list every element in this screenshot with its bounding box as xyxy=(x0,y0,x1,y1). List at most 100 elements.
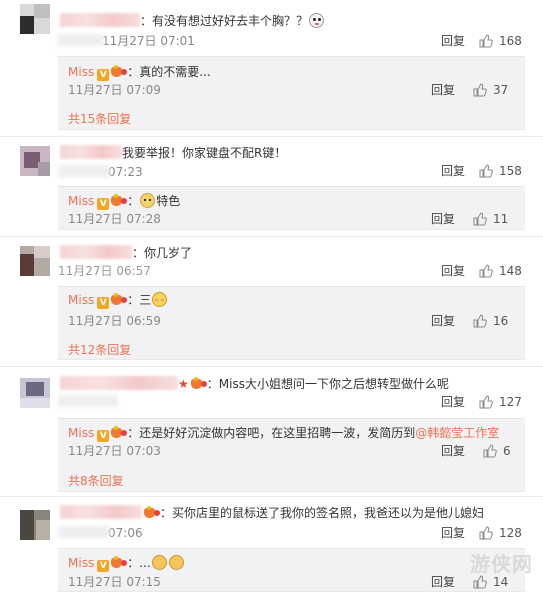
like-button[interactable]: 37 xyxy=(473,82,513,98)
comment-time: 07:06 xyxy=(58,525,143,541)
verified-badge: V xyxy=(97,297,110,309)
vip-crown-icon xyxy=(111,293,128,305)
reply-author-name[interactable]: Miss xyxy=(68,556,94,570)
comment-time xyxy=(58,394,118,410)
reply-author-name[interactable]: Miss xyxy=(68,194,94,208)
more-replies-link[interactable]: 共15条回复 xyxy=(68,111,131,127)
reply-time: 11月27日 07:28 xyxy=(68,212,161,226)
avatar[interactable] xyxy=(20,146,50,176)
verified-badge: V xyxy=(97,430,110,442)
like-count: 158 xyxy=(499,164,522,178)
avatar[interactable] xyxy=(20,4,50,34)
like-count: 148 xyxy=(499,264,522,278)
reply-text: ：... xyxy=(127,556,151,570)
vip-crown-icon xyxy=(111,194,128,206)
reply-time: 11月27日 07:09 xyxy=(68,83,161,97)
face-emoji-icon xyxy=(168,555,184,570)
blush-face-emoji-icon xyxy=(152,292,168,307)
like-count: 127 xyxy=(499,395,522,409)
face-emoji-icon xyxy=(151,555,167,570)
verified-badge: V xyxy=(97,198,110,210)
reply-text: ：三 xyxy=(127,293,152,307)
blurred-username[interactable] xyxy=(60,376,178,390)
reply-author-name[interactable]: Miss xyxy=(68,293,94,307)
blurred-username[interactable] xyxy=(60,245,132,259)
like-button[interactable]: 16 xyxy=(473,313,513,329)
like-button[interactable]: 6 xyxy=(483,443,523,459)
more-replies-link[interactable]: 共8条回复 xyxy=(68,473,124,489)
comment-time: 11月27日 06:57 xyxy=(58,264,151,278)
avatar[interactable] xyxy=(20,246,50,276)
vip-crown-icon xyxy=(190,377,207,389)
like-button[interactable]: 148 xyxy=(479,263,523,279)
reply-text: ：真的不需要... xyxy=(127,65,211,79)
reply-line: Miss V ：... xyxy=(68,554,185,572)
reply-line: Miss V ：三 xyxy=(68,291,168,309)
reply-button[interactable]: 回复 xyxy=(441,33,465,49)
blurred-username[interactable] xyxy=(60,145,122,159)
face-emoji-icon xyxy=(309,13,325,28)
reply-time: 11月27日 07:15 xyxy=(68,575,161,589)
like-button[interactable]: 158 xyxy=(479,163,523,179)
divider xyxy=(0,136,543,137)
comment-text: 我要举报！你家键盘不配R键！ xyxy=(122,146,287,160)
reply-line: Miss V：特色 xyxy=(68,193,181,210)
reply-button[interactable]: 回复 xyxy=(431,82,455,98)
like-count: 16 xyxy=(493,314,509,328)
cat-face-emoji-icon xyxy=(140,193,156,208)
like-button[interactable]: 128 xyxy=(479,525,523,541)
comment-time: 07:23 xyxy=(58,164,143,180)
reply-box: Miss V ：还是好好沉淀做内容吧，在这里招聘一波，发简历到@韩懿莹工作室 11月… xyxy=(58,418,525,492)
comment-time: 11月27日 07:01 xyxy=(58,33,195,49)
reply-box: Miss V：... 11月27日 07:15 回复 14 xyxy=(58,548,525,592)
like-button[interactable]: 127 xyxy=(479,394,523,410)
comment-text-line: ：买你店里的鼠标送了我你的签名照，我爸还以为是他儿媳妇 xyxy=(60,504,484,522)
comment-text-line: 我要举报！你家键盘不配R键！ xyxy=(60,144,286,162)
reply-line: Miss V ：真的不需要... xyxy=(68,63,211,81)
avatar[interactable] xyxy=(20,510,50,540)
like-count: 37 xyxy=(493,83,509,97)
like-button[interactable]: 11 xyxy=(473,211,513,227)
vip-crown-icon xyxy=(111,556,128,568)
verified-badge: V xyxy=(97,560,110,572)
thumbs-up-icon xyxy=(479,264,493,278)
comment-text-line: ：你几岁了 xyxy=(60,244,192,262)
thumbs-up-icon xyxy=(473,83,487,97)
reply-time: 11月27日 06:59 xyxy=(68,314,161,328)
reply-button[interactable]: 回复 xyxy=(431,313,455,329)
like-count: 168 xyxy=(499,34,522,48)
reply-button[interactable]: 回复 xyxy=(431,574,455,590)
reply-button[interactable]: 回复 xyxy=(441,163,465,179)
comment-text-line: ★ ：Miss大小姐想问一下你之后想转型做什么呢 xyxy=(60,375,449,393)
avatar[interactable] xyxy=(20,378,50,408)
comment-text: ：有没有想过好好去丰个胸？？ xyxy=(140,14,309,28)
divider xyxy=(0,366,543,367)
thumbs-up-icon xyxy=(473,212,487,226)
star-icon: ★ xyxy=(178,377,189,391)
blurred-username[interactable] xyxy=(60,13,140,27)
thumbs-up-icon xyxy=(479,34,493,48)
reply-line: Miss V ：还是好好沉淀做内容吧，在这里招聘一波，发简历到@韩懿莹工作室 xyxy=(68,424,499,442)
more-replies-link[interactable]: 共12条回复 xyxy=(68,342,131,358)
thumbs-up-icon xyxy=(479,164,493,178)
site-watermark: 游侠网 xyxy=(470,552,533,576)
reply-button[interactable]: 回复 xyxy=(431,211,455,227)
thumbs-up-icon xyxy=(483,444,497,458)
thumbs-up-icon xyxy=(473,314,487,328)
comment-text: ：买你店里的鼠标送了我你的签名照，我爸还以为是他儿媳妇 xyxy=(160,506,485,520)
reply-button[interactable]: 回复 xyxy=(441,394,465,410)
thumbs-up-icon xyxy=(479,526,493,540)
reply-button[interactable]: 回复 xyxy=(441,443,465,459)
like-count: 128 xyxy=(499,526,522,540)
mention-link[interactable]: @韩懿莹工作室 xyxy=(415,426,499,440)
reply-box: Miss V：特色 11月27日 07:28 回复 11 xyxy=(58,186,525,230)
like-button[interactable]: 168 xyxy=(479,33,523,49)
reply-author-name[interactable]: Miss xyxy=(68,426,94,440)
thumbs-up-icon xyxy=(479,395,493,409)
reply-button[interactable]: 回复 xyxy=(441,263,465,279)
comment-text-line: ：有没有想过好好去丰个胸？？ xyxy=(60,12,325,30)
reply-author-name[interactable]: Miss xyxy=(68,65,94,79)
like-count: 6 xyxy=(503,444,511,458)
blurred-username[interactable] xyxy=(60,505,142,519)
reply-button[interactable]: 回复 xyxy=(441,525,465,541)
